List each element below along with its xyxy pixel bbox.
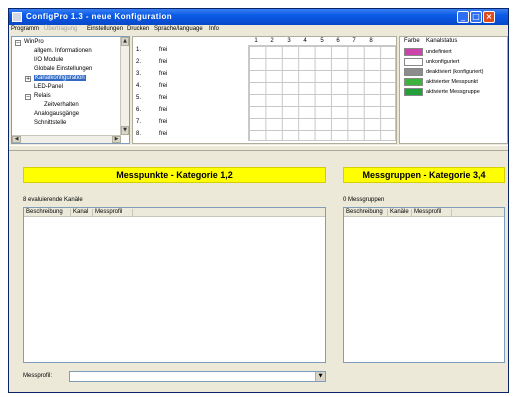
minimize-button[interactable]: _ [457, 11, 469, 23]
menu-einstellungen[interactable]: Einstellungen [87, 26, 123, 32]
chevron-down-icon[interactable]: ▼ [315, 372, 325, 381]
channel-column-header: 8 [369, 38, 373, 44]
tree-item-io-module[interactable]: I/O Module [34, 57, 63, 63]
collapse-icon[interactable]: − [15, 40, 21, 46]
tree-item-led-panel[interactable]: LED-Panel [34, 84, 63, 90]
channel-column-header: 7 [352, 38, 356, 44]
messprofil-dropdown[interactable]: ▼ [69, 371, 326, 382]
messgruppen-list-header: Beschreibung Kanäle Messprofil [344, 208, 504, 217]
channel-overview: 1 2 3 4 5 6 7 8 1. frei 2. frei 3. frei … [132, 36, 397, 144]
channel-number: 6. [136, 107, 142, 113]
tree-item-relais[interactable]: Relais [34, 93, 51, 99]
messgruppen-list[interactable]: Beschreibung Kanäle Messprofil [343, 207, 505, 363]
tree-item-informationen[interactable]: allgem. Informationen [34, 48, 92, 54]
tree-horizontal-scrollbar[interactable]: ◀ ▶ [12, 135, 121, 143]
tree-item-analogausgaenge[interactable]: Analogausgänge [34, 111, 79, 117]
column-header-messprofil[interactable]: Messprofil [412, 209, 452, 217]
tree-item-winpro[interactable]: WinPro [24, 39, 44, 45]
channel-label[interactable]: frei [159, 83, 167, 89]
channel-column-header: 1 [254, 38, 258, 44]
menu-programm[interactable]: Programm [11, 26, 39, 32]
menu-uebertragung: Übertragung [44, 26, 78, 32]
legend-swatch-messgruppe [404, 88, 423, 96]
channel-number: 3. [136, 71, 142, 77]
collapse-icon[interactable]: − [25, 94, 31, 100]
panel-splitter[interactable] [9, 145, 508, 151]
legend-swatch-unkonfiguriert [404, 58, 423, 66]
messgruppen-count: 0 Messgruppen [343, 197, 385, 203]
channel-number: 4. [136, 83, 142, 89]
channel-label[interactable]: frei [159, 59, 167, 65]
tree-vertical-scrollbar[interactable]: ▲ ▼ [120, 37, 129, 135]
scroll-right-icon[interactable]: ▶ [112, 136, 121, 143]
scroll-down-icon[interactable]: ▼ [121, 126, 129, 135]
column-header-beschreibung[interactable]: Beschreibung [344, 209, 388, 217]
channel-label[interactable]: frei [159, 119, 167, 125]
messgruppen-banner: Messgruppen - Kategorie 3,4 [343, 167, 505, 183]
menu-drucken[interactable]: Drucken [127, 26, 149, 32]
messprofil-label: Messprofil: [23, 373, 53, 379]
legend-label: deaktiviert (konfiguriert) [426, 69, 484, 75]
channel-label[interactable]: frei [159, 107, 167, 113]
legend-header-status: Kanalstatus [426, 38, 458, 44]
messpunkte-banner: Messpunkte - Kategorie 1,2 [23, 167, 326, 183]
column-header-beschreibung[interactable]: Beschreibung [24, 209, 71, 217]
tree-item-globale-einstellungen[interactable]: Globale Einstellungen [34, 66, 92, 72]
channel-number: 2. [136, 59, 142, 65]
channel-grid[interactable] [248, 45, 396, 141]
channel-column-header: 6 [336, 38, 340, 44]
scroll-left-icon[interactable]: ◀ [12, 136, 21, 143]
window-title: ConfigPro 1.3 - neue Konfiguration [26, 12, 173, 21]
menu-info[interactable]: Info [209, 26, 219, 32]
tree-item-zeitverhalten[interactable]: Zeitverhalten [44, 102, 79, 108]
tree-item-schnittstelle[interactable]: Schnittstelle [34, 120, 66, 126]
status-legend: Farbe Kanalstatus undefiniert unkonfigur… [399, 36, 508, 144]
messpunkte-list-header: Beschreibung Kanal Messprofil [24, 208, 325, 217]
legend-label: unkonfiguriert [426, 59, 460, 65]
legend-label: aktivierte Messgruppe [426, 89, 480, 95]
channel-label[interactable]: frei [159, 95, 167, 101]
title-bar[interactable]: ConfigPro 1.3 - neue Konfiguration _ □ × [9, 9, 508, 25]
legend-swatch-deaktiviert [404, 68, 423, 76]
channel-column-header: 3 [287, 38, 291, 44]
channel-label[interactable]: frei [159, 47, 167, 53]
maximize-button[interactable]: □ [470, 11, 482, 23]
channel-column-header: 4 [303, 38, 307, 44]
app-icon [12, 12, 22, 22]
channel-number: 1. [136, 47, 142, 53]
expand-icon[interactable]: + [25, 76, 31, 82]
channel-number: 8. [136, 131, 142, 137]
messpunkte-list[interactable]: Beschreibung Kanal Messprofil [23, 207, 326, 363]
column-header-messprofil[interactable]: Messprofil [93, 209, 133, 217]
menu-sprache[interactable]: Sprache/language [154, 26, 203, 32]
navigation-tree: − WinPro allgem. Informationen I/O Modul… [11, 36, 130, 144]
legend-label: undefiniert [426, 49, 452, 55]
tree-item-kanalkonfiguration[interactable]: Kanalkonfiguration [34, 75, 86, 81]
scroll-up-icon[interactable]: ▲ [121, 37, 129, 46]
column-header-kanaele[interactable]: Kanäle [388, 209, 412, 217]
channel-number: 5. [136, 95, 142, 101]
legend-swatch-undefiniert [404, 48, 423, 56]
channel-column-header: 2 [270, 38, 274, 44]
app-window: ConfigPro 1.3 - neue Konfiguration _ □ ×… [8, 8, 509, 393]
legend-label: aktivierter Messpunkt [426, 79, 478, 85]
legend-header-color: Farbe [404, 38, 420, 44]
legend-swatch-messpunkt [404, 78, 423, 86]
column-header-kanal[interactable]: Kanal [71, 209, 93, 217]
channel-number: 7. [136, 119, 142, 125]
channel-label[interactable]: frei [159, 71, 167, 77]
messpunkte-count: 8 evaluierende Kanäle [23, 197, 83, 203]
channel-label[interactable]: frei [159, 131, 167, 137]
close-button[interactable]: × [483, 11, 495, 23]
channel-column-header: 5 [320, 38, 324, 44]
tree-item-kanalkonfiguration-label: Kanalkonfiguration [34, 75, 86, 81]
menu-bar: Programm Übertragung Einstellungen Druck… [9, 25, 508, 35]
